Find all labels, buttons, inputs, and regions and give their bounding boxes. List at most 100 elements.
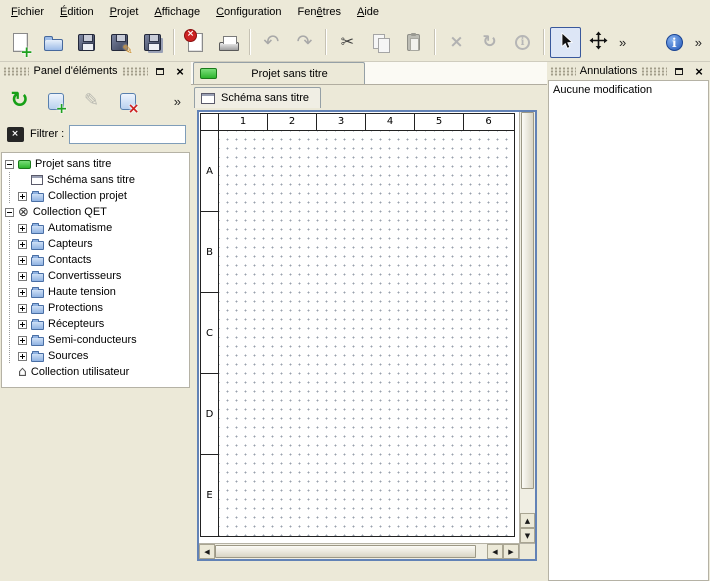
tree-item-collection-utilisateur[interactable]: ⌂Collection utilisateur [2,364,189,380]
undo-panel: Annulations × Aucune modification [547,62,710,581]
toolbar-separator [249,29,251,55]
dock-handle[interactable] [3,67,29,76]
v-scroll-up-button[interactable]: ▲ [520,513,535,528]
delete-button[interactable]: × [441,27,472,58]
clear-filter-button[interactable]: × [5,125,25,143]
vertical-scrollbar[interactable]: ▲ ▼ [519,112,535,543]
save-all-button[interactable] [137,27,168,58]
expand-icon[interactable] [18,320,27,329]
h-scroll-left-button[interactable]: ◀ [199,544,215,559]
save-button[interactable] [71,27,102,58]
menu-projet[interactable]: Projet [102,2,147,21]
paste-icon [407,34,420,51]
copy-button[interactable] [365,27,396,58]
undo-list[interactable]: Aucune modification [548,80,709,581]
grid-area[interactable] [219,131,513,536]
expand-icon[interactable] [18,304,27,313]
expand-icon[interactable] [18,224,27,233]
open-project-button[interactable] [38,27,69,58]
pan-tool-button[interactable] [583,27,614,58]
tree-item-convertisseurs[interactable]: Convertisseurs [2,268,189,284]
dock-handle[interactable] [550,67,576,76]
tree-item-capteurs[interactable]: Capteurs [2,236,189,252]
float-icon [156,68,164,75]
tree-item-collection-qet[interactable]: ⊗Collection QET [2,204,189,220]
h-scroll-track[interactable] [215,544,487,559]
paste-button[interactable] [398,27,429,58]
v-scroll-down-button[interactable]: ▼ [520,528,535,543]
expand-icon[interactable] [18,240,27,249]
toolbar-overflow-button[interactable]: » [691,35,706,50]
expand-icon[interactable] [18,192,27,201]
collapse-icon[interactable] [5,160,14,169]
filter-input[interactable] [69,125,186,144]
expand-icon[interactable] [18,256,27,265]
expand-icon[interactable] [18,352,27,361]
redo-button[interactable]: ↷ [289,27,320,58]
new-element-button[interactable] [42,88,69,115]
menu-affichage[interactable]: Affichage [146,2,208,21]
about-button[interactable]: i [659,27,690,58]
rotate-button[interactable]: ↻ [474,27,505,58]
tree-item-collection-projet[interactable]: Collection projet [2,188,189,204]
dock-handle[interactable] [122,67,148,76]
select-tool-button[interactable] [550,27,581,58]
float-panel-button[interactable] [152,64,168,79]
float-icon [675,68,683,75]
tree-item-protections[interactable]: Protections [2,300,189,316]
h-scroll-left-button-end[interactable]: ◀ [487,544,503,559]
close-panel-button[interactable]: × [172,64,188,79]
tree-item-label: Collection projet [48,190,127,202]
print-button[interactable] [213,27,244,58]
tab-projet-sans-titre[interactable]: Projet sans titre [193,62,365,84]
menu-fenetres[interactable]: Fenêtres [290,2,349,21]
toolbar-overflow-button[interactable]: » [170,94,185,109]
collapse-icon[interactable] [5,208,14,217]
tree-item-recepteurs[interactable]: Récepteurs [2,316,189,332]
tree-item-haute-tension[interactable]: Haute tension [2,284,189,300]
ruler-corner [201,114,219,130]
workspace: Projet sans titre Schéma sans titre 1234… [191,62,547,581]
tab-schema-sans-titre[interactable]: Schéma sans titre [194,87,321,108]
tree-item-schema-sans-titre[interactable]: Schéma sans titre [2,172,189,188]
row-header: D [201,374,218,455]
cut-button[interactable]: ✂ [332,27,363,58]
toolbar-overflow-button[interactable]: » [615,35,630,50]
elements-toolbar: ↻ ✎ » [0,80,191,122]
menu-configuration[interactable]: Configuration [208,2,289,21]
expand-icon[interactable] [18,288,27,297]
expand-icon[interactable] [18,272,27,281]
tree-item-projet-sans-titre[interactable]: Projet sans titre [2,156,189,172]
h-scroll-thumb[interactable] [215,545,476,558]
diagram-canvas[interactable]: 123456 ABCDE [199,112,519,543]
delete-element-button[interactable] [114,88,141,115]
close-file-button[interactable] [180,27,211,58]
tree-item-label: Convertisseurs [48,270,121,282]
tree-item-automatisme[interactable]: Automatisme [2,220,189,236]
close-panel-button[interactable]: × [691,64,707,79]
tree-item-contacts[interactable]: Contacts [2,252,189,268]
float-panel-button[interactable] [671,64,687,79]
redo-icon: ↷ [297,33,313,52]
undo-button[interactable]: ↶ [256,27,287,58]
main-area: Panel d'éléments × ↻✎» × Filtrer : Proje… [0,62,710,581]
menu-fichier[interactable]: Fichier [3,2,52,21]
v-scroll-thumb[interactable] [521,112,534,489]
edit-element-button[interactable]: ✎ [78,88,105,115]
reload-collections-button[interactable]: ↻ [6,88,33,115]
h-scroll-right-button[interactable]: ▶ [503,544,519,559]
dock-handle[interactable] [641,67,667,76]
v-scroll-track[interactable] [520,112,535,513]
tree-item-label: Capteurs [48,238,93,250]
horizontal-scrollbar[interactable]: ◀ ◀ ▶ [199,544,519,559]
save-as-button[interactable] [104,27,135,58]
main-toolbar: ↶↷✂×↻i»i» [0,23,710,62]
tree-item-sources[interactable]: Sources [2,348,189,364]
tree-item-semi-conducteurs[interactable]: Semi-conducteurs [2,332,189,348]
menu-edition[interactable]: Édition [52,2,102,21]
conductor-properties-button[interactable]: i [507,27,538,58]
folder-icon [31,225,44,234]
expand-icon[interactable] [18,336,27,345]
new-document-button[interactable] [5,27,36,58]
menu-aide[interactable]: Aide [349,2,387,21]
